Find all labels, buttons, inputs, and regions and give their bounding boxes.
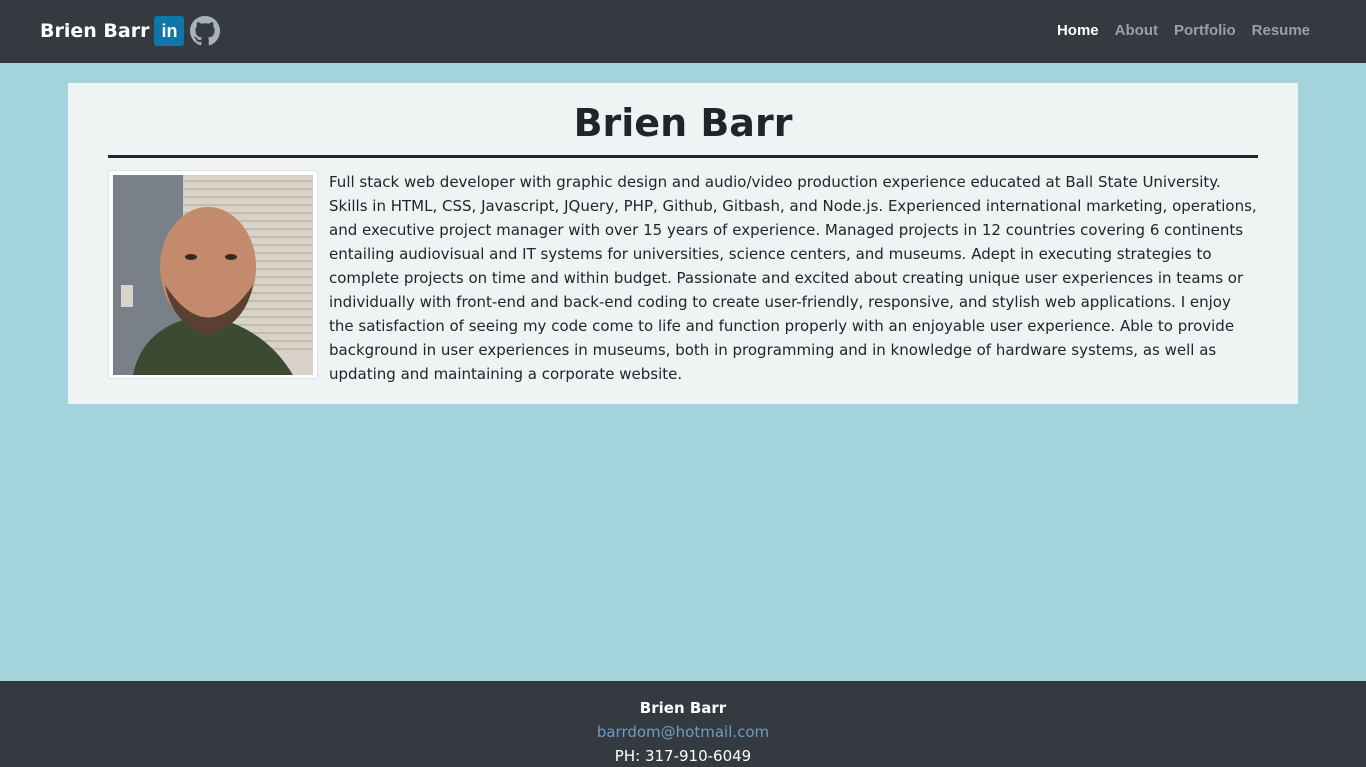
footer-phone: PH: 317-910-6049 bbox=[614, 747, 752, 765]
brand: Brien Barr in bbox=[40, 16, 221, 46]
footer-email-row: barrdom@hotmail.com bbox=[0, 723, 1366, 741]
profile-photo bbox=[113, 175, 313, 375]
bio-text: Full stack web developer with graphic de… bbox=[329, 173, 1257, 383]
nav-resume[interactable]: Resume bbox=[1244, 22, 1318, 39]
github-icon-graphic bbox=[190, 16, 221, 46]
page-title: Brien Barr bbox=[573, 101, 793, 145]
linkedin-icon[interactable]: in bbox=[154, 16, 185, 46]
footer-name: Brien Barr bbox=[639, 699, 727, 717]
github-icon[interactable] bbox=[190, 16, 221, 46]
brand-link[interactable]: Brien Barr bbox=[40, 20, 149, 42]
navbar: Brien Barr in Home About Portfolio Resum… bbox=[0, 0, 1366, 63]
nav-about[interactable]: About bbox=[1107, 22, 1166, 39]
nav-home[interactable]: Home bbox=[1049, 22, 1107, 39]
title-divider bbox=[108, 155, 1258, 158]
footer: Brien Barr barrdom@hotmail.com PH: 317-9… bbox=[0, 681, 1366, 767]
profile-photo-frame bbox=[108, 170, 318, 379]
nav-portfolio[interactable]: Portfolio bbox=[1166, 22, 1244, 39]
about-card: Brien Barr Full stack web developer with… bbox=[68, 83, 1298, 404]
footer-email-link[interactable]: barrdom@hotmail.com bbox=[597, 723, 769, 741]
nav-links: Home About Portfolio Resume bbox=[1049, 22, 1318, 39]
